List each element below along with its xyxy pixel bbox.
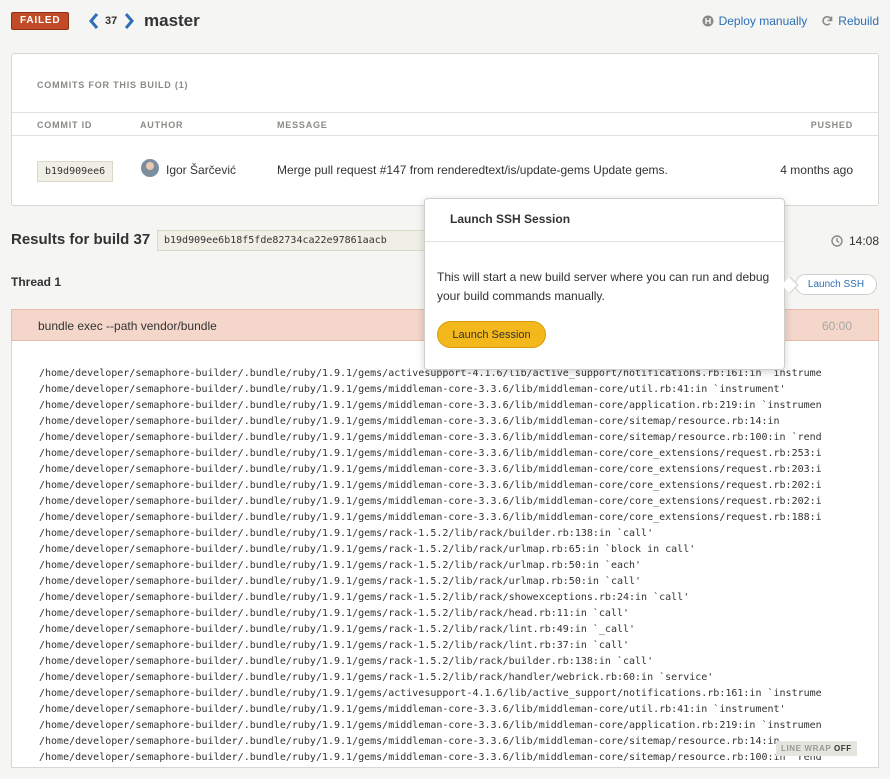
chevron-left-icon[interactable]: [87, 11, 101, 31]
log-line: /home/developer/semaphore-builder/.bundl…: [39, 720, 822, 731]
launch-ssh-button[interactable]: Launch SSH: [795, 274, 877, 295]
popover-title: Launch SSH Session: [425, 199, 784, 242]
column-message: MESSAGE: [277, 120, 328, 130]
log-line: /home/developer/semaphore-builder/.bundl…: [39, 624, 636, 635]
commit-pushed-time: 4 months ago: [780, 163, 853, 177]
log-line: /home/developer/semaphore-builder/.bundl…: [39, 672, 714, 683]
log-line: /home/developer/semaphore-builder/.bundl…: [39, 544, 696, 555]
refresh-icon: [822, 16, 833, 26]
log-line: /home/developer/semaphore-builder/.bundl…: [39, 480, 822, 491]
build-header: FAILED 37 master Deploy manually Rebuild: [11, 9, 879, 37]
thread-title: Thread 1: [11, 275, 62, 289]
log-lines: /home/developer/semaphore-builder/.bundl…: [39, 366, 822, 766]
log-line: /home/developer/semaphore-builder/.bundl…: [39, 640, 630, 651]
log-line: /home/developer/semaphore-builder/.bundl…: [39, 448, 822, 459]
log-line: /home/developer/semaphore-builder/.bundl…: [39, 432, 822, 443]
clock-icon: [831, 235, 843, 247]
avatar: [141, 159, 159, 177]
log-line: /home/developer/semaphore-builder/.bundl…: [39, 752, 822, 763]
log-line: /home/developer/semaphore-builder/.bundl…: [39, 576, 642, 587]
rebuild-label: Rebuild: [838, 14, 879, 28]
deploy-icon: [702, 15, 714, 27]
table-row: b19d909ee6 Igor Šarčević Merge pull requ…: [12, 137, 878, 207]
line-wrap-state: OFF: [833, 744, 852, 753]
log-line: /home/developer/semaphore-builder/.bundl…: [39, 496, 822, 507]
deploy-manually-link[interactable]: Deploy manually: [702, 14, 808, 28]
log-line: /home/developer/semaphore-builder/.bundl…: [39, 656, 654, 667]
rebuild-link[interactable]: Rebuild: [821, 14, 879, 28]
log-line: /home/developer/semaphore-builder/.bundl…: [39, 400, 822, 411]
commits-panel: COMMITS FOR THIS BUILD (1) COMMIT ID AUT…: [11, 53, 879, 206]
log-line: /home/developer/semaphore-builder/.bundl…: [39, 608, 630, 619]
duration-value: 14:08: [848, 234, 879, 248]
branch-name: master: [144, 11, 200, 30]
results-title: Results for build 37: [11, 231, 151, 248]
log-line: /home/developer/semaphore-builder/.bundl…: [39, 560, 642, 571]
build-number: 37: [105, 15, 118, 27]
log-line: /home/developer/semaphore-builder/.bundl…: [39, 528, 654, 539]
build-duration: 14:08: [831, 234, 879, 248]
launch-session-button[interactable]: Launch Session: [437, 321, 546, 348]
log-output: /home/developer/semaphore-builder/.bundl…: [11, 341, 879, 768]
commits-title: COMMITS FOR THIS BUILD (1): [37, 80, 189, 90]
chevron-right-icon[interactable]: [122, 11, 136, 31]
log-line: /home/developer/semaphore-builder/.bundl…: [39, 736, 780, 747]
log-line: /home/developer/semaphore-builder/.bundl…: [39, 464, 822, 475]
log-line: /home/developer/semaphore-builder/.bundl…: [39, 688, 822, 699]
column-author: AUTHOR: [140, 120, 184, 130]
log-line: /home/developer/semaphore-builder/.bundl…: [39, 512, 822, 523]
deploy-manually-label: Deploy manually: [718, 14, 808, 28]
column-pushed: PUSHED: [810, 120, 853, 130]
popover-body: This will start a new build server where…: [437, 270, 770, 303]
line-wrap-toggle[interactable]: LINE WRAP OFF: [776, 741, 857, 756]
log-line: /home/developer/semaphore-builder/.bundl…: [39, 416, 780, 427]
status-badge: FAILED: [11, 12, 70, 30]
line-wrap-label: LINE WRAP: [781, 744, 832, 753]
commit-message: Merge pull request #147 from renderedtex…: [277, 163, 668, 177]
log-line: /home/developer/semaphore-builder/.bundl…: [39, 384, 786, 395]
commits-table-header: COMMIT ID AUTHOR MESSAGE PUSHED: [12, 112, 878, 136]
commit-author: Igor Šarčević: [166, 163, 237, 177]
column-commit-id: COMMIT ID: [37, 120, 93, 130]
header-actions: Deploy manually Rebuild: [702, 14, 879, 28]
log-line: /home/developer/semaphore-builder/.bundl…: [39, 592, 690, 603]
log-line: /home/developer/semaphore-builder/.bundl…: [39, 704, 786, 715]
ssh-session-popover: Launch SSH Session This will start a new…: [424, 198, 799, 370]
commit-sha[interactable]: b19d909ee6: [37, 161, 114, 182]
command-text: bundle exec --path vendor/bundle: [38, 319, 217, 333]
results-sha[interactable]: b19d909ee6b18f5fde82734ca22e97861aacb: [157, 230, 425, 251]
command-time: 60:00: [821, 319, 852, 333]
